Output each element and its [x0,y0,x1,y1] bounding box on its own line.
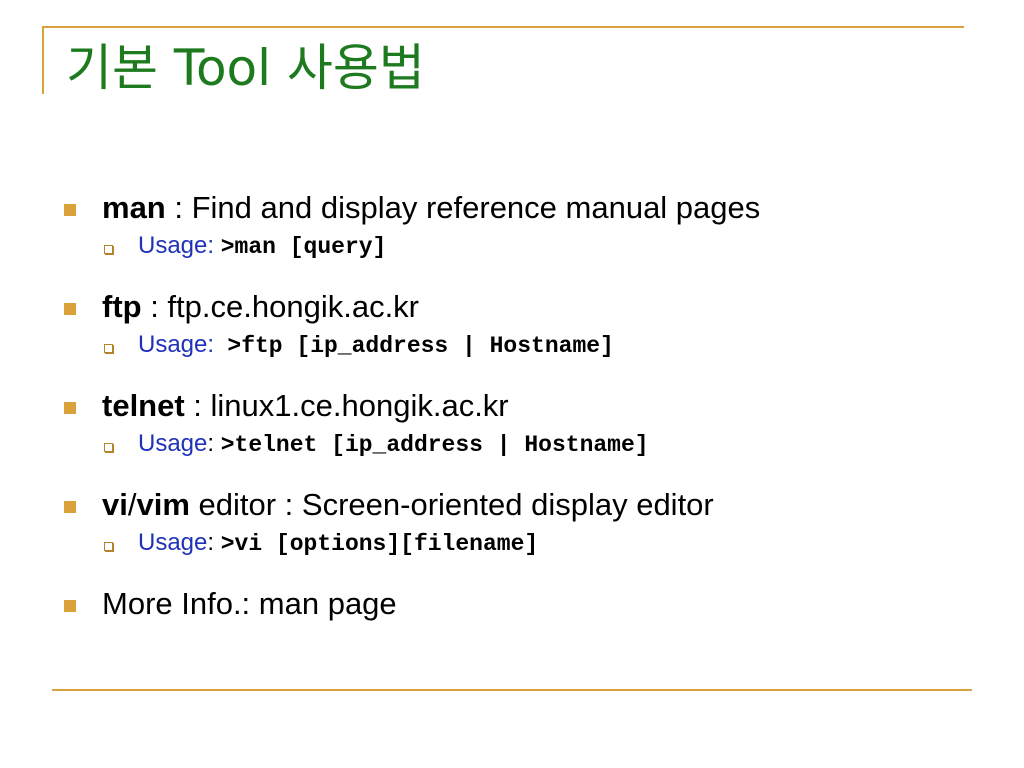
usage-line: Usage: >telnet [ip_address | Hostname] [62,428,992,461]
usage-label: Usage [138,529,208,556]
list-item-man: man : Find and display reference manual … [62,186,992,263]
command-term: man [102,190,166,225]
bullet-line: ftp : ftp.ce.hongik.ac.kr [62,285,992,329]
usage-command: >vi [options][filename] [220,531,539,557]
usage-line: Usage: >vi [options][filename] [62,527,992,560]
frame-bottom-rule [52,689,972,691]
usage-label: Usage [138,430,208,457]
bullet-list: man : Find and display reference manual … [62,186,992,626]
usage-separator: : [207,430,221,457]
usage-separator [214,232,221,259]
hollow-square-bullet-icon [104,542,113,551]
command-term: vi [102,487,128,522]
usage-line: Usage: >ftp [ip_address | Hostname] [62,329,992,362]
bullet-line: vi/vim editor : Screen-oriented display … [62,483,992,527]
command-description: : linux1.ce.hongik.ac.kr [184,388,509,423]
usage-separator: : [207,529,221,556]
list-item-vi-vim: vi/vim editor : Screen-oriented display … [62,483,992,560]
list-item-telnet: telnet : linux1.ce.hongik.ac.kr Usage: >… [62,384,992,461]
usage-line: Usage: >man [query] [62,230,992,263]
bullet-line: More Info.: man page [62,582,992,626]
command-term: ftp [102,289,142,324]
usage-command: >telnet [ip_address | Hostname] [220,432,649,458]
slide-title: 기본 Tool 사용법 [66,39,425,97]
square-bullet-icon [64,204,76,216]
command-term: telnet [102,388,185,423]
command-description: editor : Screen-oriented display editor [189,487,714,522]
usage-label: Usage: [138,331,215,358]
square-bullet-icon [64,402,76,414]
usage-separator [214,331,227,358]
hollow-square-bullet-icon [104,443,113,452]
usage-command: >ftp [ip_address | Hostname] [227,333,614,359]
hollow-square-bullet-icon [104,344,113,353]
hollow-square-bullet-icon [104,245,113,254]
frame-top-rule [42,26,964,28]
command-description: : ftp.ce.hongik.ac.kr [141,289,420,324]
square-bullet-icon [64,303,76,315]
list-item-ftp: ftp : ftp.ce.hongik.ac.kr Usage: >ftp [i… [62,285,992,362]
bullet-line: telnet : linux1.ce.hongik.ac.kr [62,384,992,428]
frame-left-rule [42,26,44,94]
more-info-text: More Info.: man page [102,586,397,621]
command-term: vim [136,487,190,522]
usage-command: >man [query] [220,234,387,260]
list-item-more-info: More Info.: man page [62,582,992,626]
usage-label: Usage: [138,232,215,259]
square-bullet-icon [64,501,76,513]
square-bullet-icon [64,600,76,612]
bullet-line: man : Find and display reference manual … [62,186,992,230]
command-description: : Find and display reference manual page… [165,190,761,225]
